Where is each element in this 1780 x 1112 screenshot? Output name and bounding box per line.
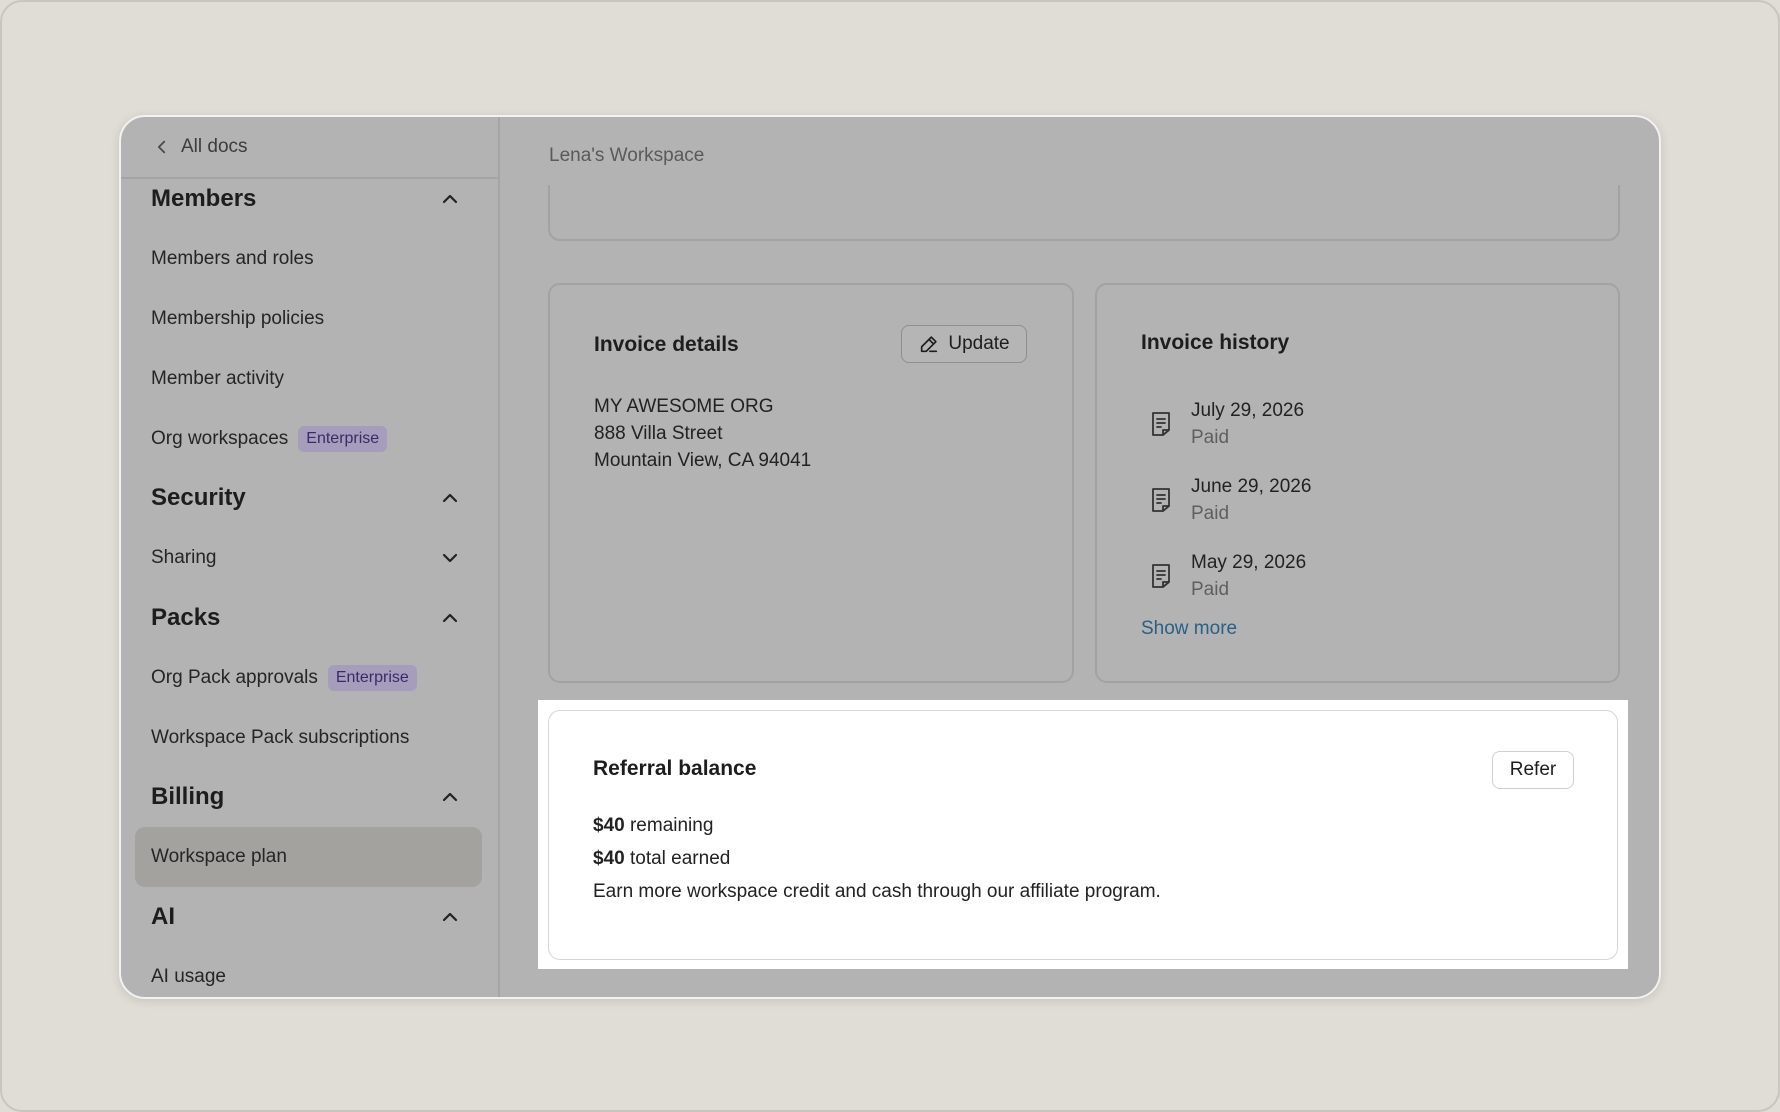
chevron-up-icon — [442, 613, 458, 623]
section-members[interactable]: Members — [151, 179, 460, 219]
update-label: Update — [948, 333, 1010, 354]
enterprise-badge: Enterprise — [298, 426, 388, 452]
sidebar-item-member-activity[interactable]: Member activity — [151, 359, 460, 399]
chevron-up-icon — [442, 194, 458, 204]
sidebar-item-label: Sharing — [151, 547, 217, 568]
sidebar-item-label: Members and roles — [151, 248, 314, 269]
invoice-status: Paid — [1191, 427, 1230, 448]
referral-highlight: Referral balance Refer $40 remaining $40… — [538, 700, 1628, 969]
sidebar-item-label: Workspace Pack subscriptions — [151, 727, 410, 748]
address-line: 888 Villa Street — [594, 423, 723, 444]
workspace-title: Lena's Workspace — [549, 145, 705, 166]
invoice-document-icon — [1152, 564, 1170, 588]
remaining-text: remaining — [629, 815, 714, 836]
previous-card — [548, 185, 1620, 241]
enterprise-badge: Enterprise — [327, 665, 417, 691]
sidebar-item-label: AI usage — [151, 966, 226, 987]
remaining-balance: $40 remaining — [593, 815, 713, 837]
invoice-status: Paid — [1191, 503, 1230, 524]
referral-description: Earn more workspace credit and cash thro… — [593, 881, 1161, 902]
invoice-date: June 29, 2026 — [1191, 476, 1312, 497]
section-title: Packs — [151, 604, 221, 631]
section-title: Members — [151, 185, 257, 212]
chevron-down-icon — [442, 553, 458, 563]
section-title: AI — [151, 903, 175, 930]
invoice-status: Paid — [1191, 579, 1230, 600]
invoice-details-card: Invoice details Update MY AWESOME ORG 88… — [548, 283, 1074, 683]
sidebar-item-members-and-roles[interactable]: Members and roles — [151, 239, 460, 279]
chevron-up-icon — [442, 493, 458, 503]
referral-balance-title: Referral balance — [593, 757, 757, 780]
sidebar-item-label: Org Pack approvals — [151, 667, 318, 688]
invoice-date: July 29, 2026 — [1191, 400, 1305, 421]
pencil-icon — [921, 336, 938, 353]
sidebar: All docs Members Members and roles Membe… — [121, 117, 500, 997]
invoice-history-title: Invoice history — [1141, 331, 1290, 354]
invoice-address: MY AWESOME ORG 888 Villa Street Mountain… — [594, 393, 811, 474]
invoice-item[interactable]: June 29, 2026 Paid — [1149, 473, 1311, 527]
section-billing[interactable]: Billing — [151, 777, 460, 817]
invoice-document-icon — [1152, 488, 1170, 512]
invoice-details-title: Invoice details — [594, 333, 739, 356]
sidebar-item-org-workspaces[interactable]: Org workspaces Enterprise — [151, 419, 460, 459]
section-title: Billing — [151, 783, 225, 810]
address-line: Mountain View, CA 94041 — [594, 450, 812, 471]
sidebar-item-label: Org workspaces — [151, 428, 289, 449]
sidebar-item-org-pack-approvals[interactable]: Org Pack approvals Enterprise — [151, 658, 460, 698]
chevron-left-icon — [157, 140, 166, 154]
refer-button[interactable]: Refer — [1492, 751, 1574, 789]
back-label: All docs — [181, 136, 248, 157]
sidebar-item-workspace-pack-subscriptions[interactable]: Workspace Pack subscriptions — [151, 718, 460, 758]
back-to-all-docs[interactable]: All docs — [121, 117, 498, 179]
section-ai[interactable]: AI — [151, 897, 460, 937]
sidebar-item-label: Member activity — [151, 368, 285, 389]
sidebar-item-ai-usage[interactable]: AI usage — [151, 957, 460, 997]
sidebar-item-sharing[interactable]: Sharing — [151, 538, 460, 578]
update-button[interactable]: Update — [901, 325, 1027, 363]
sidebar-item-membership-policies[interactable]: Membership policies — [151, 299, 460, 339]
invoice-date: May 29, 2026 — [1191, 552, 1307, 573]
chevron-up-icon — [442, 792, 458, 802]
section-title: Security — [151, 484, 246, 511]
invoice-document-icon — [1152, 412, 1170, 436]
invoice-item[interactable]: May 29, 2026 Paid — [1149, 549, 1306, 603]
chevron-up-icon — [442, 912, 458, 922]
sidebar-item-label: Workspace plan — [151, 846, 287, 867]
earned-amount: $40 — [593, 848, 625, 869]
remaining-amount: $40 — [593, 815, 625, 836]
earned-text: total earned — [629, 848, 731, 869]
section-packs[interactable]: Packs — [151, 598, 460, 638]
invoice-item[interactable]: July 29, 2026 Paid — [1149, 397, 1304, 451]
invoice-history-card: Invoice history July 29, 2026 Paid June … — [1095, 283, 1620, 683]
address-line: MY AWESOME ORG — [594, 396, 774, 417]
sidebar-nav: Members Members and roles Membership pol… — [121, 179, 498, 997]
total-earned: $40 total earned — [593, 848, 730, 870]
referral-balance-card: Referral balance Refer $40 remaining $40… — [548, 710, 1618, 960]
section-security[interactable]: Security — [151, 478, 460, 518]
sidebar-item-workspace-plan[interactable]: Workspace plan — [135, 827, 482, 887]
show-more-link[interactable]: Show more — [1141, 618, 1237, 640]
sidebar-item-label: Membership policies — [151, 308, 325, 329]
